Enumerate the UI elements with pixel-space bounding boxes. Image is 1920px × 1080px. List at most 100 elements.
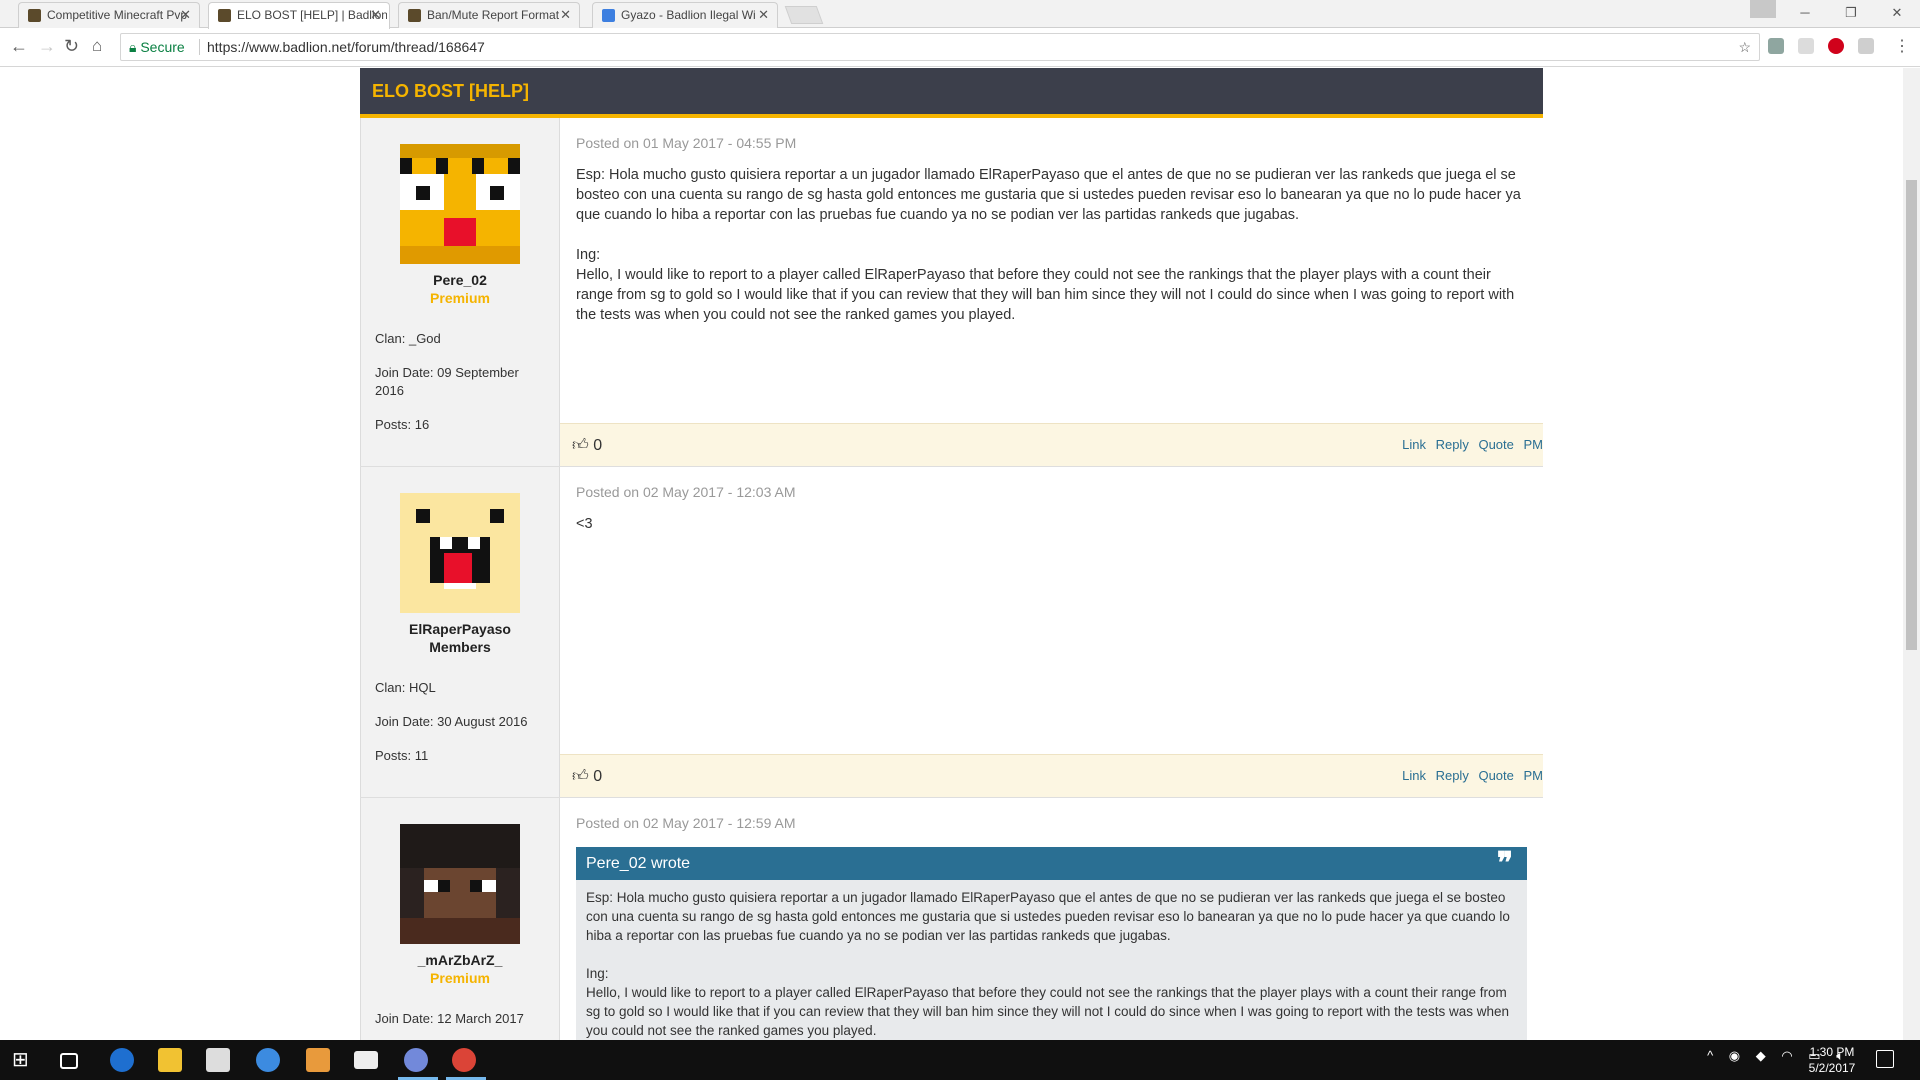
forward-arrow-icon[interactable]: → [38, 36, 56, 57]
menu-icon[interactable]: ⋮ [1894, 36, 1910, 56]
user-post-count: Posts: 11 [375, 748, 429, 763]
window-controls: ─ ❐ ✕ [1782, 0, 1920, 28]
post-actions: Link Reply Quote PM [1396, 437, 1543, 452]
action-center-icon[interactable] [1876, 1050, 1894, 1068]
browser-toolbar: ← → ↻ ⌂ 🔒︎ Secure https://www.badlion.ne… [0, 28, 1920, 67]
post-paragraph: Ing: [576, 247, 601, 263]
profile-icon[interactable] [1750, 0, 1776, 18]
gyazo-favicon-icon [602, 9, 615, 22]
quote-paragraph: Ing: [586, 966, 609, 981]
like-button[interactable]: 👍︎ 0 [572, 436, 602, 455]
scrollbar-thumb[interactable] [1906, 180, 1917, 650]
tab-title: Competitive Minecraft Pvp [47, 8, 188, 22]
minimize-icon[interactable]: ─ [1782, 0, 1828, 26]
like-count: 0 [593, 768, 603, 785]
like-button[interactable]: 👍︎ 0 [572, 767, 602, 786]
reply-button[interactable]: Reply [1436, 768, 1469, 783]
forum-post: _mArZbArZ_ Premium Join Date: 12 March 2… [360, 798, 1543, 1040]
post-body: Posted on 02 May 2017 - 12:59 AM Pere_02… [560, 798, 1543, 1040]
url-text[interactable]: https://www.badlion.net/forum/thread/168… [207, 34, 485, 60]
back-arrow-icon[interactable]: ← [10, 36, 28, 57]
quote-header: Pere_02 wrote ❞ [576, 847, 1527, 880]
quote-paragraph: Hello, I would like to report to a playe… [586, 985, 1509, 1038]
pm-button[interactable]: PM [1524, 768, 1544, 783]
post-date: Posted on 01 May 2017 - 04:55 PM [576, 135, 797, 151]
quote-block: Pere_02 wrote ❞ Esp: Hola mucho gusto qu… [576, 847, 1527, 1040]
divider [199, 39, 200, 55]
user-rank: Members [429, 639, 491, 655]
window-close-icon[interactable]: ✕ [1874, 0, 1920, 26]
clock-date: 5/2/2017 [1808, 1061, 1856, 1075]
link-button[interactable]: Link [1402, 768, 1426, 783]
new-tab-button[interactable] [784, 6, 824, 24]
quote-paragraph: Esp: Hola mucho gusto quisiera reportar … [586, 890, 1510, 943]
forum-post: ElRaperPayaso Members Clan: HQL Join Dat… [360, 467, 1543, 798]
quote-body: Esp: Hola mucho gusto quisiera reportar … [576, 880, 1527, 1040]
tab-competitive-minecraft[interactable]: Competitive Minecraft Pvp ✕ [18, 2, 200, 28]
user-panel: Pere_02 Premium Clan: _God Join Date: 09… [360, 118, 560, 466]
chrome-icon[interactable] [452, 1048, 476, 1072]
bookmark-star-icon[interactable]: ☆ [1738, 34, 1751, 60]
extension-icon[interactable] [1858, 38, 1874, 54]
discord-icon[interactable] [404, 1048, 428, 1072]
restore-icon[interactable]: ❐ [1828, 0, 1874, 26]
post-actions: Link Reply Quote PM [1396, 768, 1543, 783]
badlion-favicon-icon [408, 9, 421, 22]
adblock-icon[interactable] [1828, 38, 1844, 54]
username[interactable]: _mArZbArZ_ [375, 952, 545, 968]
forum-thread: ELO BOST [HELP] Pere_02 Premium Clan: _G… [360, 68, 1543, 1040]
reply-button[interactable]: Reply [1436, 437, 1469, 452]
browser-tab-strip: Competitive Minecraft Pvp ✕ ELO BOST [HE… [0, 0, 1920, 29]
pm-button[interactable]: PM [1524, 437, 1544, 452]
user-rank: Premium [430, 970, 490, 986]
address-bar[interactable]: 🔒︎ Secure https://www.badlion.net/forum/… [120, 33, 1760, 61]
quote-button[interactable]: Quote [1478, 437, 1513, 452]
tab-elo-bost[interactable]: ELO BOST [HELP] | Badlion ✕ [208, 2, 390, 29]
tab-title: ELO BOST [HELP] | Badlion [237, 8, 387, 22]
tab-ban-mute-report[interactable]: Ban/Mute Report Format ✕ [398, 2, 580, 28]
quote-button[interactable]: Quote [1478, 768, 1513, 783]
secure-indicator[interactable]: 🔒︎ Secure [129, 34, 185, 60]
extension-icon[interactable] [1798, 38, 1814, 54]
reload-icon[interactable]: ↻ [64, 36, 79, 57]
avatar [400, 144, 520, 264]
windows-taskbar: ⊞ ^ ◉ ◆ ◠ ▭ 🔈︎ 1:30 PM 5/2/2017 [0, 1040, 1920, 1080]
close-icon[interactable]: ✕ [370, 3, 381, 27]
user-post-count: Posts: 16 [375, 417, 430, 432]
user-meta: Join Date: 12 March 2017 [375, 1010, 545, 1028]
post-date: Posted on 02 May 2017 - 12:03 AM [576, 484, 796, 500]
forum-post: Pere_02 Premium Clan: _God Join Date: 09… [360, 118, 1543, 467]
post-paragraph: Esp: Hola mucho gusto quisiera reportar … [576, 167, 1521, 223]
mail-icon[interactable] [354, 1051, 378, 1069]
media-player-icon[interactable] [306, 1048, 330, 1072]
taskbar-clock[interactable]: 1:30 PM 5/2/2017 [1802, 1044, 1862, 1076]
clock-time: 1:30 PM [1809, 1045, 1855, 1059]
close-icon[interactable]: ✕ [758, 3, 769, 27]
badlion-favicon-icon [218, 9, 231, 22]
home-icon[interactable]: ⌂ [92, 36, 102, 56]
thread-header: ELO BOST [HELP] [360, 68, 1543, 118]
user-clan: Clan: HQL [375, 680, 436, 695]
edge-icon[interactable] [110, 1048, 134, 1072]
thumbs-up-icon: 👍︎ [572, 768, 589, 785]
close-icon[interactable]: ✕ [560, 3, 571, 27]
thumbs-up-icon: 👍︎ [572, 437, 589, 454]
internet-explorer-icon[interactable] [256, 1048, 280, 1072]
user-meta: Clan: HQL Join Date: 30 August 2016 Post… [375, 679, 545, 765]
extension-icon[interactable] [1768, 38, 1784, 54]
store-icon[interactable] [206, 1048, 230, 1072]
user-clan: Clan: _God [375, 331, 441, 346]
file-explorer-icon[interactable] [158, 1048, 182, 1072]
badlion-favicon-icon [28, 9, 41, 22]
link-button[interactable]: Link [1402, 437, 1426, 452]
tab-gyazo[interactable]: Gyazo - Badlion Ilegal Wi ✕ [592, 2, 778, 28]
post-date: Posted on 02 May 2017 - 12:59 AM [576, 815, 796, 831]
task-view-icon[interactable] [60, 1053, 78, 1069]
user-join-date: Join Date: 09 September 2016 [375, 365, 519, 398]
username[interactable]: Pere_02 [375, 272, 545, 288]
windows-start-icon[interactable]: ⊞ [12, 1048, 36, 1072]
user-join-date: Join Date: 30 August 2016 [375, 714, 528, 729]
username[interactable]: ElRaperPayaso [375, 621, 545, 637]
user-join-date: Join Date: 12 March 2017 [375, 1011, 524, 1026]
close-icon[interactable]: ✕ [180, 3, 191, 27]
